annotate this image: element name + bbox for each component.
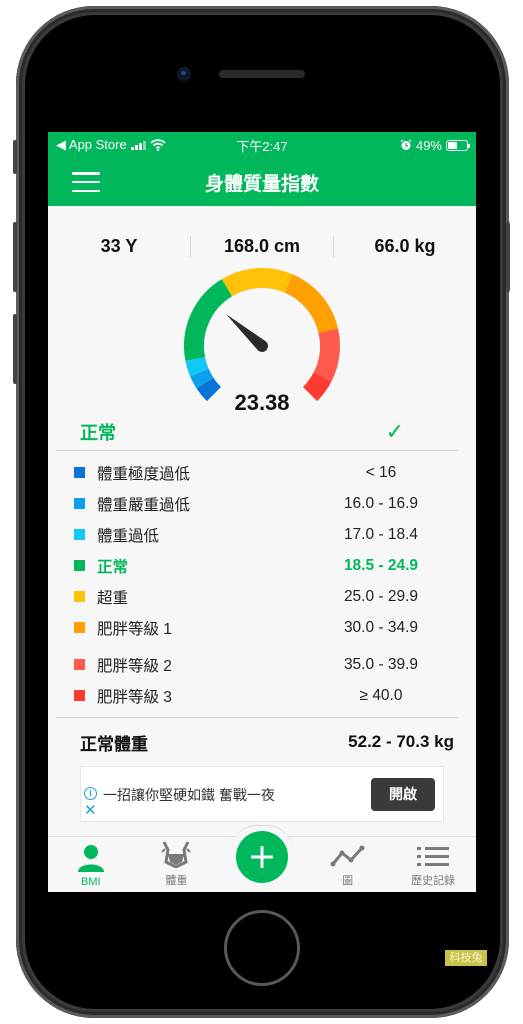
color-swatch [74, 690, 85, 701]
earpiece-speaker [219, 70, 305, 78]
range-name: 肥胖等級 1 [97, 620, 172, 638]
ad-close-icon[interactable]: ✕ [84, 803, 97, 818]
color-swatch [74, 560, 85, 571]
alarm-icon [400, 139, 412, 150]
ad-open-button[interactable]: 開啟 [371, 778, 435, 811]
status-bar: ◀ App Store 下午2:47 49% [48, 132, 476, 158]
home-button[interactable] [224, 910, 300, 986]
range-value: 17.0 - 18.4 [343, 525, 419, 543]
bmi-range-row: 肥胖等級 3 ≥ 40.0 [48, 680, 476, 711]
height-value[interactable]: 168.0 cm [190, 235, 333, 257]
watermark: 科技兔 [445, 950, 487, 966]
range-name: 體重過低 [97, 527, 160, 545]
tab-weight[interactable]: 體重 [134, 837, 220, 892]
bmi-range-row: 超重 25.0 - 29.9 [48, 581, 476, 612]
range-name: 肥胖等級 2 [97, 657, 172, 675]
body-waist-icon [161, 841, 192, 868]
ad-text: 一招讓你堅硬如鐵 奮戰一夜 [103, 787, 275, 803]
range-name: 體重嚴重過低 [97, 496, 191, 514]
mute-switch [13, 140, 17, 174]
bmi-range-row: 體重嚴重過低 16.0 - 16.9 [48, 488, 476, 519]
color-swatch [74, 659, 85, 670]
color-swatch [74, 622, 85, 633]
add-record-button[interactable] [235, 831, 288, 883]
bmi-gauge: 23.38 [48, 268, 476, 415]
person-icon [77, 845, 104, 872]
power-button [506, 222, 510, 292]
bmi-category-row: 正常 ✓ [80, 414, 458, 450]
color-swatch [74, 467, 85, 478]
gauge-segment [190, 368, 214, 389]
range-name: 超重 [97, 589, 129, 607]
page-title: 身體質量指數 [204, 173, 319, 195]
tab-label: 體重 [165, 875, 188, 887]
gauge-segment [284, 274, 338, 334]
range-name: 體重極度過低 [97, 465, 191, 483]
range-value: 35.0 - 39.9 [343, 655, 419, 673]
divider [56, 717, 458, 718]
bmi-range-row: 體重過低 17.0 - 18.4 [48, 519, 476, 550]
app-bar: 身體質量指數 [48, 158, 476, 206]
gauge-needle [226, 314, 268, 352]
volume-up-button [13, 222, 17, 292]
normal-weight-value: 52.2 - 70.3 kg [348, 732, 454, 751]
app-screen: ◀ App Store 下午2:47 49% 身體質量指數 33 Y 168.0… [48, 132, 476, 892]
gauge-dial [184, 268, 340, 402]
bmi-range-row: 正常 18.5 - 24.9 [48, 550, 476, 581]
range-value: < 16 [365, 463, 397, 481]
gauge-segment [184, 279, 233, 361]
range-name: 正常 [97, 558, 129, 576]
tab-chart[interactable]: 圖 [305, 837, 391, 892]
range-value: 30.0 - 34.9 [343, 618, 419, 636]
tab-label: 歷史記錄 [411, 875, 456, 887]
wifi-icon [150, 139, 166, 151]
color-swatch [74, 591, 85, 602]
range-value: 25.0 - 29.9 [343, 587, 419, 605]
normal-weight-label: 正常體重 [80, 734, 148, 754]
ad-info-icon[interactable]: i [84, 787, 97, 800]
gauge-segment [313, 328, 340, 382]
plus-icon [250, 846, 273, 868]
bmi-range-row: 肥胖等級 1 30.0 - 34.9 [48, 612, 476, 643]
tab-label: BMI [81, 876, 101, 888]
tab-add [219, 831, 305, 892]
tab-bar: BMI 體重 圖 歷史記錄 [48, 825, 476, 892]
front-camera [177, 67, 191, 81]
ad-banner[interactable]: i ✕ 一招讓你堅硬如鐵 奮戰一夜 開啟 [80, 766, 444, 822]
range-value: 16.0 - 16.9 [343, 494, 419, 512]
range-name: 肥胖等級 3 [97, 688, 172, 706]
list-icon [417, 847, 450, 866]
battery-percent: 49% [415, 137, 442, 153]
line-chart-icon [330, 845, 365, 867]
tab-label: 圖 [342, 875, 354, 887]
bmi-range-list: 體重極度過低 < 16 體重嚴重過低 16.0 - 16.9 體重過低 17.0 - 18… [48, 451, 476, 711]
back-to-app-store-link[interactable]: ◀ App Store [56, 137, 127, 153]
age-value[interactable]: 33 Y [48, 236, 190, 257]
tab-bmi[interactable]: BMI [48, 837, 134, 892]
normal-weight-row: 正常體重 52.2 - 70.3 kg [80, 722, 454, 762]
gauge-segment [185, 356, 209, 377]
range-value: 18.5 - 24.9 [343, 556, 419, 574]
check-icon: ✓ [385, 419, 404, 444]
color-swatch [74, 529, 85, 540]
bmi-category-label: 正常 [80, 423, 116, 443]
cellular-signal-icon [130, 140, 146, 150]
tab-history[interactable]: 歷史記錄 [390, 837, 476, 892]
gauge-segment [221, 268, 293, 297]
bmi-range-row: 肥胖等級 2 35.0 - 39.9 [48, 649, 476, 680]
hamburger-menu-icon[interactable] [72, 172, 100, 192]
color-swatch [74, 498, 85, 509]
user-stats: 33 Y 168.0 cm 66.0 kg [48, 218, 476, 274]
battery-icon [446, 139, 470, 151]
bmi-value: 23.38 [234, 390, 290, 415]
bmi-range-row: 體重極度過低 < 16 [48, 457, 476, 488]
weight-value[interactable]: 66.0 kg [333, 235, 476, 257]
range-value: ≥ 40.0 [359, 686, 403, 704]
volume-down-button [13, 314, 17, 384]
